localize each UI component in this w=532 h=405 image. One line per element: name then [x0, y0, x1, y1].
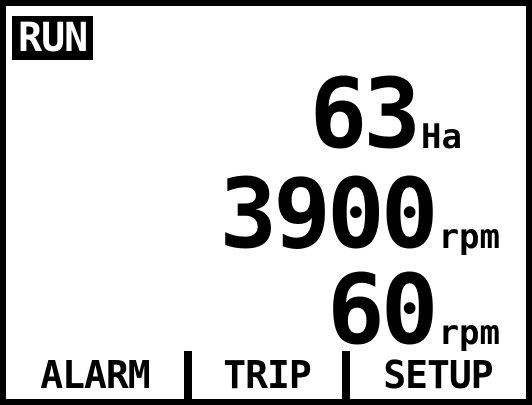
reading-row-2: 3900 rpm: [219, 166, 500, 262]
reading-2-unit: rpm: [438, 217, 500, 257]
alarm-softkey[interactable]: ALARM: [6, 351, 184, 399]
reading-1-value: 63: [309, 58, 421, 170]
mode-status-label: RUN: [12, 16, 94, 60]
reading-2-value: 3900: [219, 158, 438, 270]
softkey-bar: ALARM TRIP SETUP: [6, 351, 526, 399]
reading-row-1: 63 Ha: [309, 66, 462, 162]
trip-softkey[interactable]: TRIP: [192, 351, 342, 399]
reading-3-unit: rpm: [438, 313, 500, 353]
reading-3-value: 60: [326, 254, 439, 366]
setup-softkey[interactable]: SETUP: [350, 351, 526, 399]
reading-row-3: 60 rpm: [327, 262, 500, 358]
reading-1-unit: Ha: [421, 117, 462, 157]
lcd-screen: RUN 63 Ha 3900 rpm 60 rpm ALARM TRIP SET…: [6, 6, 526, 399]
